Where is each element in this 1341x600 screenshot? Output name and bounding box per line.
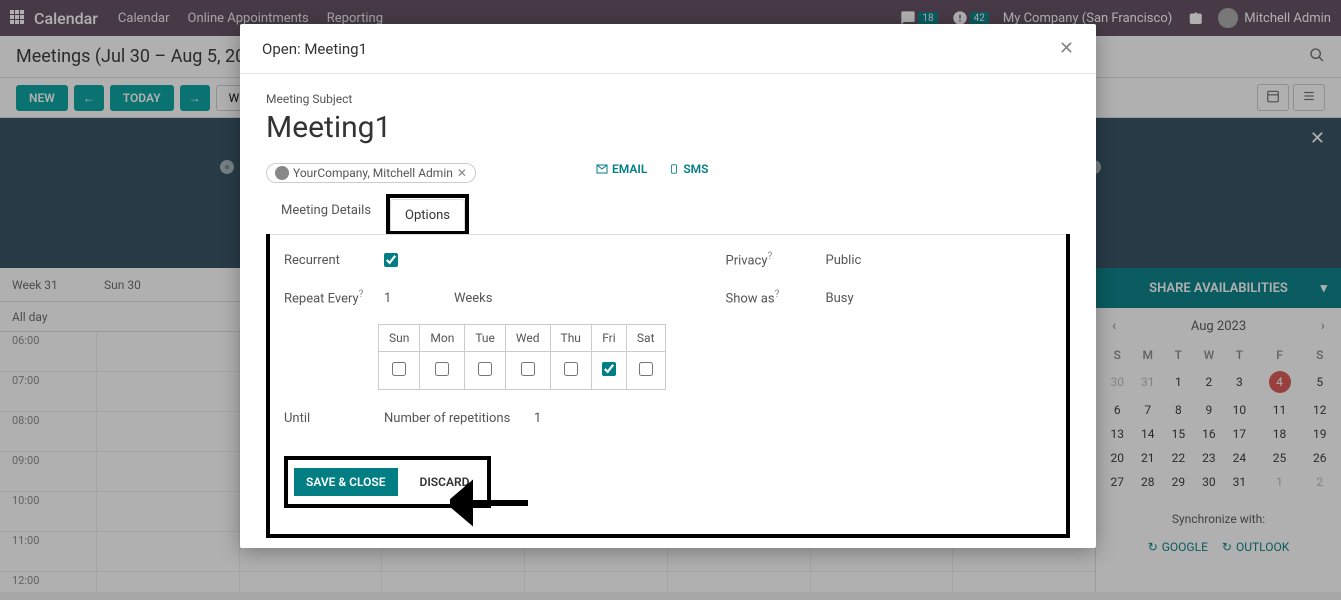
- until-label: Until: [284, 411, 384, 426]
- weekday-picker: SunMonTueWedThuFriSat: [378, 324, 666, 390]
- subject-label: Meeting Subject: [266, 92, 1070, 106]
- day-header: Sat: [626, 325, 665, 352]
- tab-meeting-details[interactable]: Meeting Details: [266, 194, 386, 234]
- day-checkbox-thu[interactable]: [564, 362, 578, 376]
- meeting-subject[interactable]: Meeting1: [266, 110, 1070, 145]
- tab-options[interactable]: Options: [390, 199, 465, 231]
- until-n[interactable]: 1: [534, 411, 541, 426]
- annotation-arrow-icon: [450, 478, 530, 532]
- attendee-chip[interactable]: YourCompany, Mitchell Admin ✕: [266, 163, 476, 183]
- recurrent-checkbox[interactable]: [384, 253, 398, 267]
- showas-label: Show as?: [726, 289, 826, 306]
- save-close-button[interactable]: SAVE & CLOSE: [294, 468, 398, 496]
- day-checkbox-tue[interactable]: [478, 362, 492, 376]
- day-header: Tue: [465, 325, 506, 352]
- day-header: Thu: [550, 325, 591, 352]
- sms-button[interactable]: SMS: [669, 162, 708, 176]
- repeat-n[interactable]: 1: [384, 291, 454, 306]
- avatar-icon: [275, 166, 289, 180]
- meeting-modal: Open: Meeting1 ✕ Meeting Subject Meeting…: [240, 24, 1096, 548]
- day-checkbox-fri[interactable]: [602, 362, 616, 376]
- modal-title: Open: Meeting1: [262, 40, 367, 58]
- close-icon[interactable]: ✕: [1059, 38, 1074, 59]
- day-checkbox-wed[interactable]: [521, 362, 535, 376]
- day-header: Mon: [420, 325, 465, 352]
- day-header: Fri: [591, 325, 626, 352]
- privacy-value[interactable]: Public: [826, 253, 862, 268]
- day-header: Sun: [379, 325, 420, 352]
- until-mode[interactable]: Number of repetitions: [384, 411, 534, 426]
- day-checkbox-mon[interactable]: [435, 362, 449, 376]
- showas-value[interactable]: Busy: [826, 291, 854, 306]
- day-header: Wed: [505, 325, 550, 352]
- email-button[interactable]: EMAIL: [596, 162, 647, 176]
- remove-attendee-icon[interactable]: ✕: [457, 166, 467, 180]
- repeat-every-label: Repeat Every?: [284, 289, 384, 306]
- repeat-unit[interactable]: Weeks: [454, 291, 492, 306]
- attendee-name: YourCompany, Mitchell Admin: [293, 166, 453, 180]
- recurrent-label: Recurrent: [284, 253, 384, 268]
- privacy-label: Privacy?: [726, 251, 826, 268]
- day-checkbox-sun[interactable]: [392, 362, 406, 376]
- day-checkbox-sat[interactable]: [639, 362, 653, 376]
